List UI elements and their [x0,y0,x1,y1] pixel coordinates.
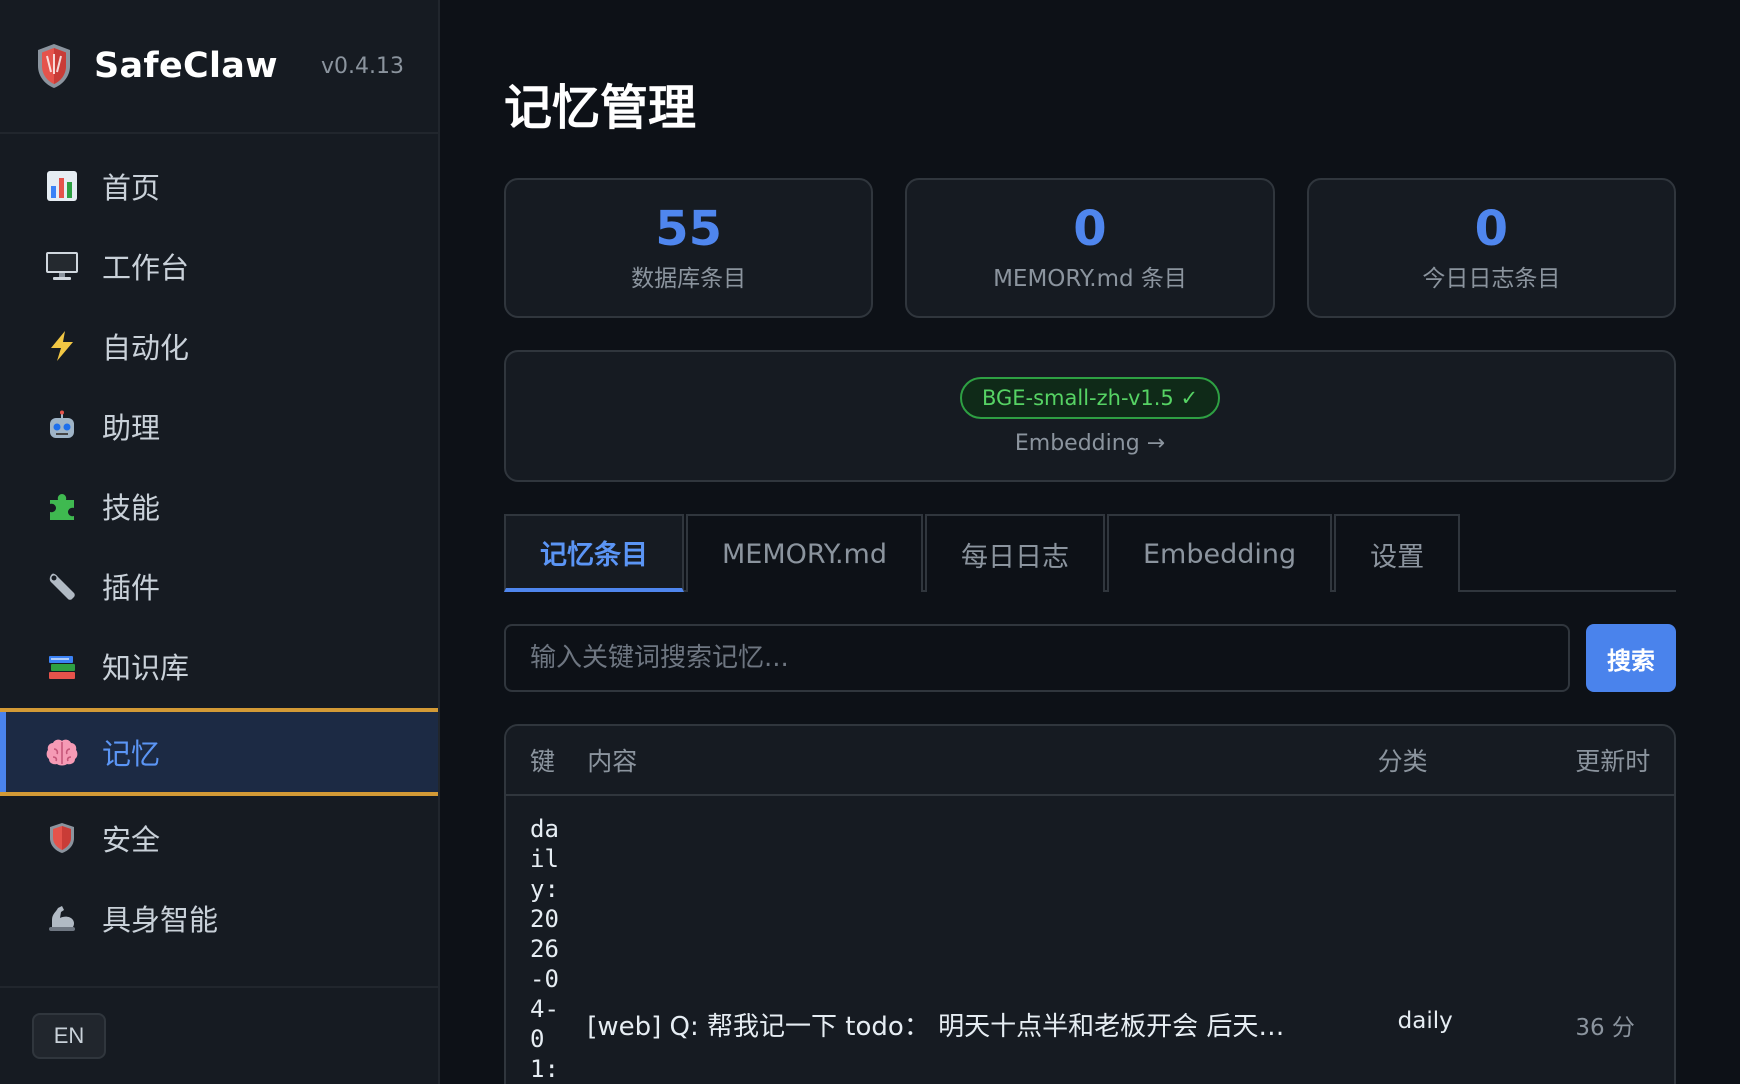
table-header: 键 内容 分类 更新时 [506,726,1674,796]
robot-icon [44,408,80,444]
key-fragment: da [530,815,559,843]
lightning-icon [44,328,80,364]
monitor-icon [44,248,80,284]
sidebar-item-label: 安全 [102,823,161,857]
embedding-model-badge: BGE-small-zh-v1.5 ✓ [959,376,1221,419]
column-header-content[interactable]: 内容 [587,742,1377,778]
tab-daily-log[interactable]: 每日日志 [924,514,1105,592]
sidebar: SafeClaw v0.4.13 首页 工作台 自动化 助理 技能 插件 知识库… [0,0,440,1084]
wrench-icon [44,568,80,604]
brand-name: SafeClaw [94,46,278,86]
sidebar-item-label: 自动化 [102,331,190,365]
language-toggle-button[interactable]: EN [32,1013,106,1059]
sidebar-item-label: 技能 [102,491,161,525]
sidebar-item-embodied[interactable]: 具身智能 [0,878,438,958]
column-header-updated[interactable]: 更新时 [1575,742,1674,778]
tab-embedding[interactable]: Embedding [1106,514,1333,592]
sidebar-item-memory[interactable]: 记忆 [0,708,438,796]
sidebar-item-home[interactable]: 首页 [0,146,438,226]
puzzle-icon [44,488,80,524]
key-fragment: 0 [530,1025,545,1053]
key-fragment: 4- [530,995,559,1023]
sidebar-item-skills[interactable]: 技能 [0,466,438,546]
tab-bar: 记忆条目 MEMORY.md 每日日志 Embedding 设置 [504,514,1676,592]
sidebar-item-label: 助理 [102,411,161,445]
sidebar-item-assistant[interactable]: 助理 [0,386,438,466]
memory-table: 键 内容 分类 更新时 da il y: 20 26 -0 4- 0 1: [w… [504,724,1676,1084]
tab-memory-entries[interactable]: 记忆条目 [504,514,684,592]
page-title: 记忆管理 [504,80,697,136]
sidebar-footer: EN [0,986,438,1084]
stat-label: 今日日志条目 [1422,266,1561,293]
app-root: SafeClaw v0.4.13 首页 工作台 自动化 助理 技能 插件 知识库… [0,0,1740,1084]
sidebar-item-label: 插件 [102,571,161,605]
sidebar-item-label: 记忆 [102,737,161,771]
stats-row: 55 数据库条目 0 MEMORY.md 条目 0 今日日志条目 [504,178,1676,318]
key-fragment: -0 [530,965,559,993]
sidebar-item-workbench[interactable]: 工作台 [0,226,438,306]
search-row: 搜索 [504,624,1676,692]
shield-logo-icon [38,44,70,88]
row-content: [web] Q: 帮我记一下 todo： 明天十点半和老板开会 后天下... [587,1012,1310,1042]
row-key: da il y: 20 26 -0 4- 0 1: [506,796,587,1084]
stat-label: MEMORY.md 条目 [993,266,1187,293]
key-fragment: il [530,845,559,873]
column-header-key[interactable]: 键 [506,742,587,778]
sidebar-item-plugins[interactable]: 插件 [0,546,438,626]
embedding-link[interactable]: Embedding → [1015,431,1165,456]
arm-icon [44,900,80,936]
main-content: 记忆管理 55 数据库条目 0 MEMORY.md 条目 0 今日日志条目 BG… [440,0,1740,1084]
sidebar-item-knowledge[interactable]: 知识库 [0,626,438,706]
sidebar-item-label: 首页 [102,171,161,205]
stat-value: 0 [1474,200,1509,257]
stat-label: 数据库条目 [631,266,747,293]
sidebar-item-label: 具身智能 [102,903,219,937]
stat-card-database: 55 数据库条目 [504,178,874,318]
bar-chart-icon [44,168,80,204]
brain-icon [44,734,80,770]
table-row[interactable]: da il y: 20 26 -0 4- 0 1: [web] Q: 帮我记一下… [506,796,1674,1084]
key-fragment: 1: [530,1055,559,1083]
key-fragment: 20 [530,905,559,933]
tab-settings[interactable]: 设置 [1334,514,1461,592]
embedding-status-card: BGE-small-zh-v1.5 ✓ Embedding → [504,350,1676,482]
search-button[interactable]: 搜索 [1586,624,1676,692]
sidebar-item-security[interactable]: 安全 [0,798,438,878]
books-icon [44,648,80,684]
stat-value: 55 [655,200,723,257]
stat-card-memory-md: 0 MEMORY.md 条目 [905,178,1275,318]
sidebar-item-label: 工作台 [102,251,190,285]
stat-value: 0 [1073,200,1107,257]
key-fragment: 26 [530,935,559,963]
shield-icon [44,820,80,856]
row-category: daily [1397,1008,1453,1034]
sidebar-nav: 首页 工作台 自动化 助理 技能 插件 知识库 记忆 安全 具身智能 [0,134,438,998]
sidebar-item-automation[interactable]: 自动化 [0,306,438,386]
search-input[interactable] [504,624,1570,692]
sidebar-item-label: 知识库 [102,651,190,685]
app-version: v0.4.13 [321,53,404,79]
stat-card-daily-log: 0 今日日志条目 [1306,178,1676,318]
brand-header: SafeClaw v0.4.13 [0,0,438,134]
tab-memory-md[interactable]: MEMORY.md [686,514,923,592]
key-fragment: y: [530,875,559,903]
column-header-category[interactable]: 分类 [1378,742,1576,778]
row-updated: 36 分 [1575,1015,1635,1041]
